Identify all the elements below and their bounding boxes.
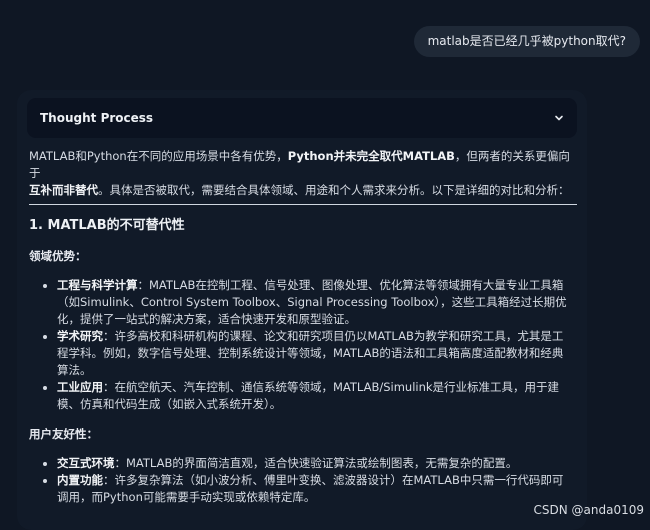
list-item-text: ：许多高校和科研机构的课程、论文和研究项目仍以MATLAB为教学和研究工具，尤其… (57, 329, 564, 377)
thought-process-label: Thought Process (40, 111, 154, 125)
list-item-term: 工程与科学计算 (57, 278, 138, 292)
list-item-text: ：MATLAB的界面简洁直观，适合快速验证算法或绘制图表，无需复杂的配置。 (114, 456, 518, 470)
list-item-text: ：许多复杂算法（如小波分析、傅里叶变换、滤波器设计）在MATLAB中只需一行代码… (57, 473, 564, 504)
assistant-answer-card: Thought Process MATLAB和Python在不同的应用场景中各有… (17, 90, 587, 530)
list-item-text: ：在航空航天、汽车控制、通信系统等领域，MATLAB/Simulink是行业标准… (57, 380, 560, 411)
user-message-bubble: matlab是否已经几乎被python取代? (413, 26, 640, 57)
answer-intro: MATLAB和Python在不同的应用场景中各有优势，Python并未完全取代M… (29, 148, 577, 205)
intro-bold-1: Python并未完全取代MATLAB (287, 149, 455, 163)
list-item-term: 学术研究 (57, 329, 103, 343)
chat-view: matlab是否已经几乎被python取代? Thought Process M… (0, 0, 650, 530)
list-item: 工程与科学计算：MATLAB在控制工程、信号处理、图像处理、优化算法等领域拥有大… (57, 277, 577, 328)
user-message-text: matlab是否已经几乎被python取代? (427, 34, 626, 48)
list-item: 学术研究：许多高校和科研机构的课程、论文和研究项目仍以MATLAB为教学和研究工… (57, 328, 577, 379)
list-item: 工业应用：在航空航天、汽车控制、通信系统等领域，MATLAB/Simulink是… (57, 379, 577, 413)
intro-bold-2: 互补而非替代 (29, 183, 98, 197)
usability-list: 交互式环境：MATLAB的界面简洁直观，适合快速验证算法或绘制图表，无需复杂的配… (29, 455, 577, 506)
intro-text-1: MATLAB和Python在不同的应用场景中各有优势， (29, 149, 288, 163)
watermark: CSDN @anda0109 (533, 503, 645, 517)
intro-text-3: 。具体是否被取代，需要结合具体领域、用途和个人需求来分析。以下是详细的对比和分析… (98, 183, 570, 197)
section-heading: 1. MATLAB的不可替代性 (29, 218, 185, 233)
domain-advantages-list: 工程与科学计算：MATLAB在控制工程、信号处理、图像处理、优化算法等领域拥有大… (29, 277, 577, 413)
list-item-term: 内置功能 (57, 473, 103, 487)
list-item-term: 工业应用 (57, 380, 103, 394)
thought-process-toggle[interactable]: Thought Process (27, 98, 577, 138)
subsection-heading-usability: 用户友好性： (29, 427, 98, 441)
list-item-term: 交互式环境 (57, 456, 115, 470)
list-item: 内置功能：许多复杂算法（如小波分析、傅里叶变换、滤波器设计）在MATLAB中只需… (57, 472, 577, 506)
subsection-heading-domain: 领域优势： (29, 249, 87, 263)
answer-content: MATLAB和Python在不同的应用场景中各有优势，Python并未完全取代M… (29, 148, 577, 506)
chevron-down-icon[interactable] (553, 112, 565, 124)
list-item: 交互式环境：MATLAB的界面简洁直观，适合快速验证算法或绘制图表，无需复杂的配… (57, 455, 577, 472)
